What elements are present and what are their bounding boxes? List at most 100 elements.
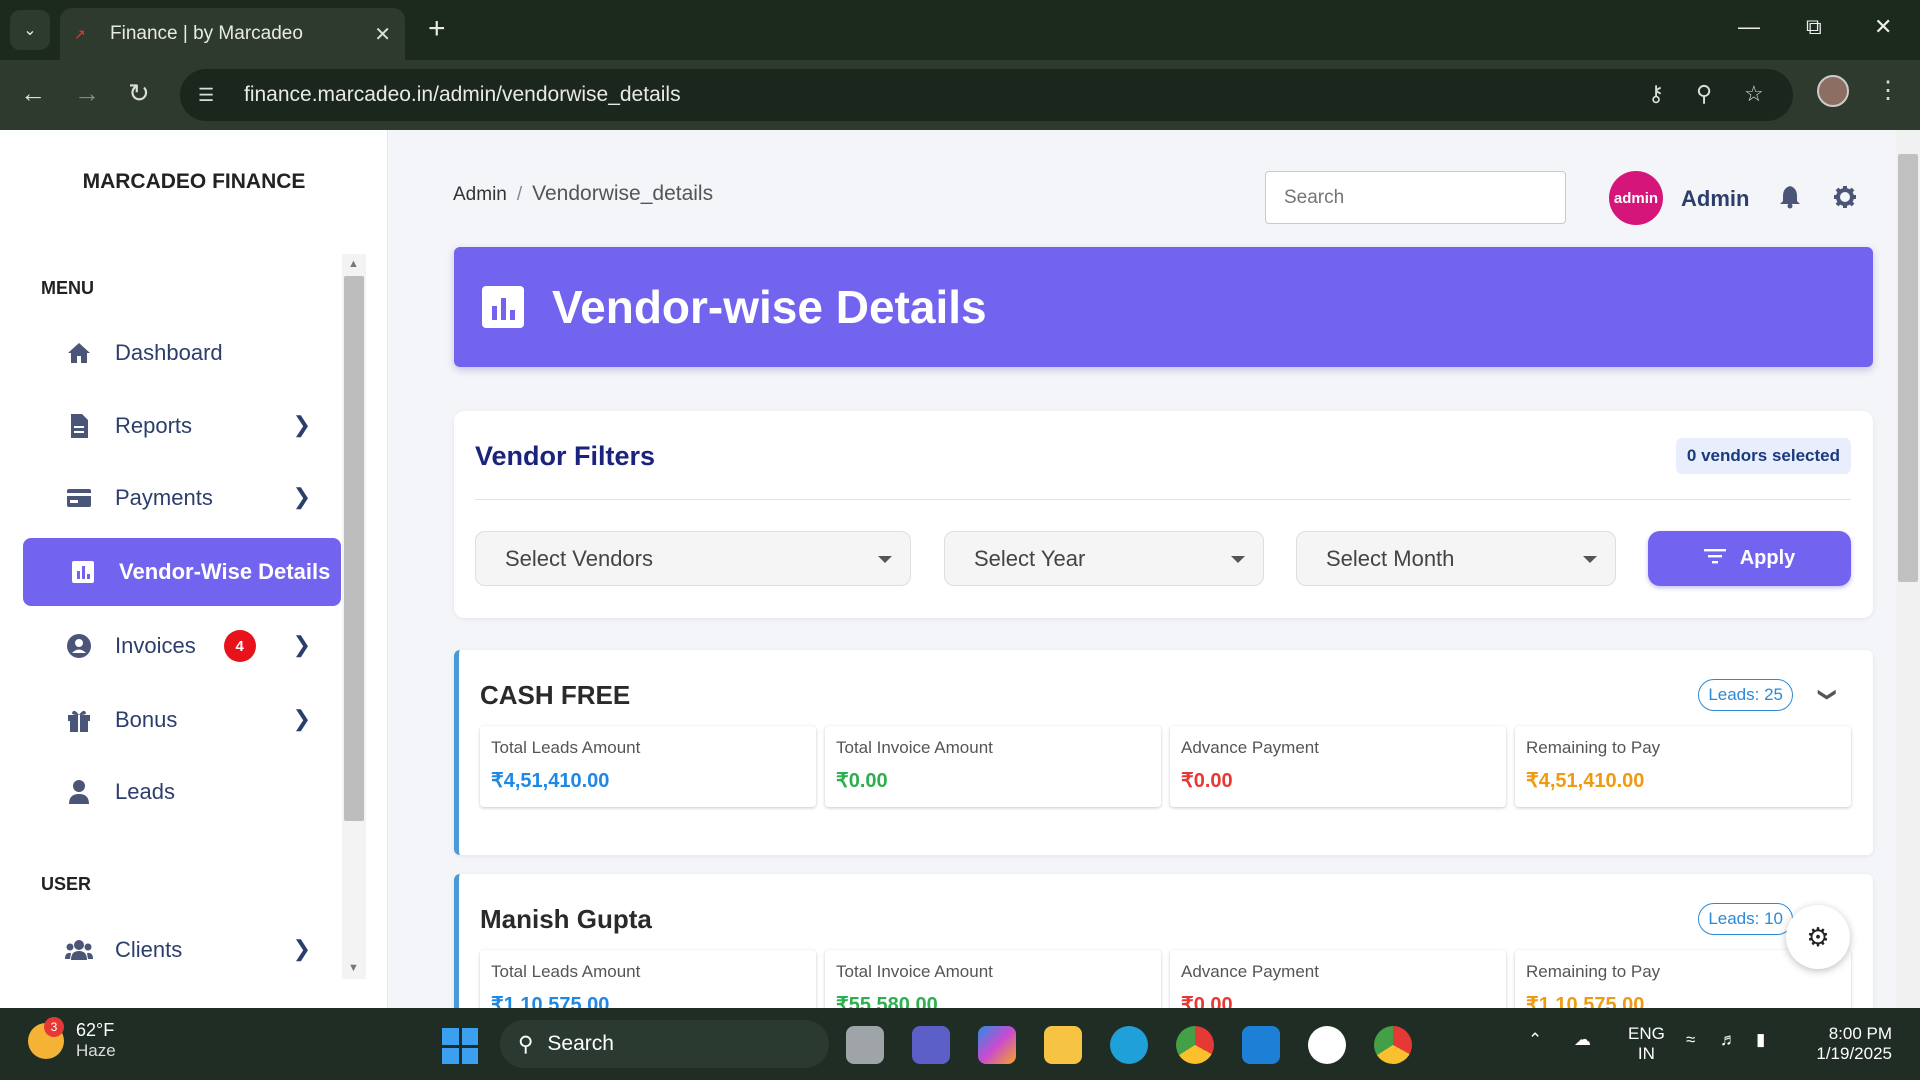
windows-start-icon[interactable] xyxy=(442,1028,478,1064)
filters-title: Vendor Filters xyxy=(475,441,656,471)
mongodb-compass-icon[interactable] xyxy=(1308,1026,1346,1064)
sidebar-scrollbar[interactable]: ▲ ▼ xyxy=(342,254,366,979)
select-vendors-dropdown[interactable]: Select Vendors xyxy=(475,531,911,586)
back-icon[interactable]: ← xyxy=(20,78,46,109)
zoom-icon[interactable]: ⚲ xyxy=(1696,81,1712,107)
breadcrumb-current: Vendorwise_details xyxy=(532,182,714,205)
sidebar-item-clients[interactable]: Clients ❯ xyxy=(23,916,341,984)
stat-value: ₹1,10,575.00 xyxy=(1526,994,1645,1008)
tab-title: Finance | by Marcadeo xyxy=(110,23,303,44)
select-year-dropdown[interactable]: Select Year xyxy=(944,531,1264,586)
invoices-count-badge: 4 xyxy=(223,630,256,662)
search-input[interactable] xyxy=(1265,171,1566,224)
sidebar-item-vendor-wise-details[interactable]: Vendor-Wise Details xyxy=(23,538,341,606)
profile-avatar[interactable] xyxy=(1817,75,1849,107)
bell-icon[interactable] xyxy=(1779,185,1801,215)
taskbar-search[interactable]: ⚲ Search xyxy=(500,1020,829,1068)
stat-label: Advance Payment xyxy=(1181,962,1319,981)
address-bar[interactable]: ☰ finance.marcadeo.in/admin/vendorwise_d… xyxy=(180,69,1793,121)
chevron-right-icon: ❯ xyxy=(292,936,311,961)
apply-button[interactable]: Apply xyxy=(1648,531,1851,586)
select-month-placeholder: Select Month xyxy=(1326,545,1455,571)
sidebar-item-bonus[interactable]: Bonus ❯ xyxy=(23,686,341,754)
site-info-icon[interactable]: ☰ xyxy=(198,85,226,106)
scroll-up-arrow-icon[interactable]: ▲ xyxy=(348,258,359,270)
breadcrumb-admin-link[interactable]: Admin xyxy=(453,184,507,205)
file-explorer-icon[interactable] xyxy=(1044,1026,1082,1064)
scroll-down-arrow-icon[interactable]: ▼ xyxy=(348,962,359,974)
weather-widget[interactable]: 3 62°F Haze xyxy=(28,1016,116,1061)
clock-date: 1/19/2025 xyxy=(1816,1044,1892,1063)
chevron-right-icon: ❯ xyxy=(292,484,311,509)
forward-icon[interactable]: → xyxy=(74,78,100,109)
select-month-dropdown[interactable]: Select Month xyxy=(1296,531,1616,586)
chart-icon xyxy=(69,558,97,586)
teams-icon[interactable] xyxy=(912,1026,950,1064)
onedrive-cloud-icon[interactable]: ☁ xyxy=(1574,1030,1591,1050)
user-section-label: USER xyxy=(41,874,92,894)
close-tab-icon[interactable]: ✕ xyxy=(374,22,391,47)
edge-icon[interactable] xyxy=(1110,1026,1148,1064)
user-name[interactable]: Admin xyxy=(1681,186,1749,212)
gear-icon[interactable] xyxy=(1833,185,1857,215)
more-menu-icon[interactable]: ⋮ xyxy=(1876,76,1900,105)
vendor-card: Manish Gupta Leads: 10 Total Leads Amoun… xyxy=(454,874,1873,1008)
bookmark-star-icon[interactable]: ☆ xyxy=(1744,81,1764,107)
sidebar-item-leads[interactable]: Leads xyxy=(23,758,341,826)
chevron-right-icon: ❯ xyxy=(292,412,311,437)
sidebar-item-dashboard[interactable]: Dashboard xyxy=(23,319,341,387)
battery-icon[interactable]: ▮ xyxy=(1756,1030,1765,1050)
password-key-icon[interactable]: ⚷ xyxy=(1648,81,1664,107)
sidebar-item-label: Invoices xyxy=(115,633,196,658)
sidebar-item-payments[interactable]: Payments ❯ xyxy=(23,464,341,532)
chevron-right-icon: ❯ xyxy=(292,632,311,657)
volume-icon[interactable]: ♬ xyxy=(1720,1030,1737,1050)
wifi-icon[interactable]: ≈ xyxy=(1686,1030,1695,1050)
browser-tab[interactable]: ↗ Finance | by Marcadeo ✕ xyxy=(60,8,405,60)
sidebar-item-label: Bonus xyxy=(115,707,178,732)
chevron-down-icon[interactable]: ❯ xyxy=(1817,687,1838,702)
group-icon xyxy=(65,936,93,964)
minimize-icon[interactable]: — xyxy=(1738,14,1760,40)
breadcrumb: Admin / Vendorwise_details xyxy=(453,182,713,206)
sidebar-item-invoices[interactable]: Invoices 4 ❯ xyxy=(23,612,341,680)
sidebar-item-reports[interactable]: Reports ❯ xyxy=(23,392,341,460)
new-tab-button[interactable]: + xyxy=(428,14,446,44)
close-window-icon[interactable]: ✕ xyxy=(1874,14,1892,40)
language-indicator[interactable]: ENG IN xyxy=(1628,1024,1665,1064)
chart-icon xyxy=(482,286,524,328)
vendors-selected-badge: 0 vendors selected xyxy=(1675,438,1851,474)
chevron-right-icon: ❯ xyxy=(292,706,311,731)
search-icon: ⚲ xyxy=(518,1032,534,1056)
sidebar-item-label: Leads xyxy=(115,779,175,804)
tab-search-button[interactable]: ⌄ xyxy=(10,10,50,50)
stat-total-leads-amount: Total Leads Amount ₹4,51,410.00 xyxy=(480,726,816,807)
restore-icon[interactable]: ⧉ xyxy=(1806,14,1822,40)
task-view-icon[interactable] xyxy=(846,1026,884,1064)
chrome-active-icon[interactable] xyxy=(1374,1026,1412,1064)
reload-icon[interactable]: ↻ xyxy=(128,78,150,109)
page: MARCADEO FINANCE MENU Dashboard Reports … xyxy=(0,130,1920,1008)
scrollbar-thumb[interactable] xyxy=(344,276,364,821)
stat-remaining-to-pay: Remaining to Pay ₹4,51,410.00 xyxy=(1515,726,1851,807)
filter-icon xyxy=(1703,547,1726,570)
clock[interactable]: 8:00 PM 1/19/2025 xyxy=(1806,1024,1892,1064)
vscode-icon[interactable] xyxy=(1242,1026,1280,1064)
stat-value: ₹55,580.00 xyxy=(836,994,938,1008)
tray-chevron-up-icon[interactable]: ⌃ xyxy=(1528,1030,1542,1050)
card-icon xyxy=(65,484,93,512)
stat-label: Remaining to Pay xyxy=(1526,738,1661,757)
settings-fab-button[interactable]: ⚙ xyxy=(1786,905,1850,969)
stat-label: Total Leads Amount xyxy=(491,962,641,981)
avatar[interactable]: admin xyxy=(1609,171,1663,225)
page-scrollbar[interactable] xyxy=(1896,130,1920,1008)
weather-sun-icon: 3 xyxy=(28,1016,64,1059)
scrollbar-thumb[interactable] xyxy=(1898,154,1918,582)
breadcrumb-separator: / xyxy=(516,184,523,205)
copilot-icon[interactable] xyxy=(978,1026,1016,1064)
clock-time: 8:00 PM xyxy=(1828,1024,1892,1043)
stat-advance-payment: Advance Payment ₹0.00 xyxy=(1170,950,1506,1008)
stat-value: ₹0.00 xyxy=(1181,770,1233,792)
sidebar-item-label: Reports xyxy=(115,413,193,438)
chrome-icon[interactable] xyxy=(1176,1026,1214,1064)
